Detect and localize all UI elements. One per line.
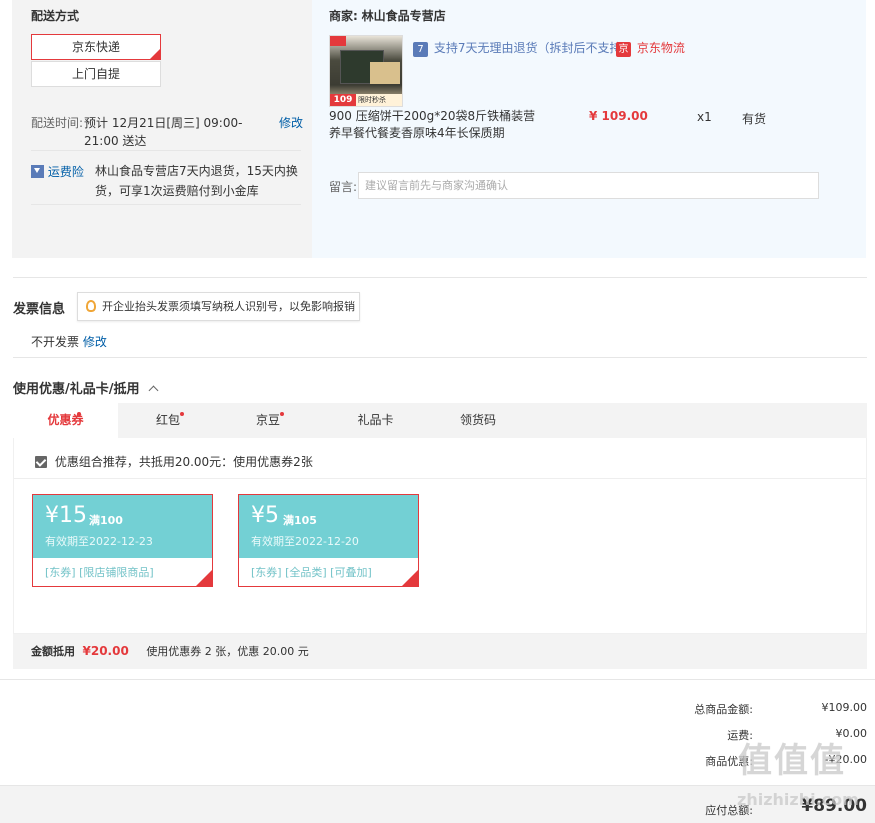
jd-logistics-icon: 京 (616, 42, 631, 57)
tab-coupons[interactable]: 优惠券 (13, 403, 118, 438)
product-image-tag (330, 36, 346, 46)
shipping-option-pickup[interactable]: 上门自提 (31, 61, 161, 87)
discount-summary-label: 金额抵用 (31, 645, 75, 658)
tab-label: 领货码 (459, 413, 496, 427)
tab-label: 礼品卡 (357, 413, 394, 427)
freight-insurance-label: 运费险 (47, 165, 84, 179)
coupon-amount: ¥15 (45, 503, 87, 528)
watermark-site: zhizhizhi.com (737, 790, 859, 809)
combo-recommend[interactable]: 优惠组合推荐，共抵用20.00元：使用优惠券2张 (35, 453, 313, 470)
coupon-amount: ¥5 (251, 503, 279, 528)
product-image-biscuit (370, 62, 400, 84)
invoice-title: 发票信息 (13, 302, 66, 317)
chevron-up-icon (148, 385, 159, 396)
seven-day-return-icon: 7 (413, 42, 428, 57)
invoice-status: 不开发票 修改 (31, 333, 107, 350)
invoice-modify-link[interactable]: 修改 (83, 335, 107, 349)
coupon-header: ¥15 满100 有效期至2022-12-23 (33, 495, 212, 558)
invoice-tip: 开企业抬头发票须填写纳税人识别号，以免影响报销 (77, 292, 360, 321)
coupons-section-toggle[interactable]: 使用优惠/礼品卡/抵用 (13, 378, 159, 397)
coupon-card[interactable]: ¥5 满105 有效期至2022-12-20 [东券] [全品类] [可叠加] (238, 494, 419, 587)
delivery-time-value: 预计 12月21日[周三] 09:00-21:00 送达 (84, 116, 243, 148)
merchant-name[interactable]: 林山食品专营店 (362, 9, 446, 23)
watermark-logo: 值值值 (738, 741, 846, 781)
checkbox-checked-icon (35, 455, 47, 468)
divider (13, 357, 867, 358)
delivery-time-modify-link[interactable]: 修改 (279, 114, 303, 131)
message-label: 留言: (329, 180, 358, 194)
divider (31, 204, 301, 205)
notification-dot-icon (280, 412, 284, 416)
message-input[interactable]: 建议留言前先与商家沟通确认 (358, 172, 819, 199)
product-image-promo: 限时秒杀 (358, 96, 386, 104)
jd-logistics: 京 京东物流 (616, 39, 685, 57)
shipping-option-label: 京东快递 (71, 40, 120, 54)
divider (0, 679, 875, 680)
return-policy: 7 支持7天无理由退货（拆封后不支持） (413, 39, 633, 57)
tab-red-packets[interactable]: 红包 (118, 403, 218, 438)
coupon-validity: 有效期至2022-12-23 (45, 535, 153, 548)
shipping-option-jd-express[interactable]: 京东快递 (31, 34, 161, 60)
tab-label: 京豆 (255, 413, 280, 427)
shield-icon (31, 165, 44, 178)
divider (13, 277, 867, 278)
discount-summary: 金额抵用 ¥20.00 使用优惠券 2 张，优惠 20.00 元 (13, 634, 867, 669)
merchant-label: 商家: (329, 9, 358, 23)
discount-summary-amount: ¥20.00 (82, 644, 129, 658)
return-policy-text: 支持7天无理由退货（拆封后不支持） (433, 41, 634, 55)
coupon-validity: 有效期至2022-12-20 (251, 535, 359, 548)
coupon-header: ¥5 满105 有效期至2022-12-20 (239, 495, 418, 558)
coupon-card[interactable]: ¥15 满100 有效期至2022-12-23 [东券] [限店铺限商品] (32, 494, 213, 587)
notification-dot-icon (77, 412, 81, 416)
jd-logistics-text: 京东物流 (636, 41, 685, 55)
selected-corner-icon (150, 49, 160, 59)
divider (14, 478, 866, 479)
divider (31, 150, 301, 151)
coupon-tabs: 优惠券 红包 京豆 礼品卡 领货码 (13, 403, 867, 438)
selected-corner-icon (402, 570, 418, 586)
total-goods-value: ¥109.00 (821, 701, 868, 714)
tab-redemption-code[interactable]: 领货码 (428, 403, 528, 438)
product-quantity: x1 (697, 110, 712, 124)
combo-text: 优惠组合推荐，共抵用20.00元：使用优惠券2张 (54, 455, 313, 469)
freight-insurance[interactable]: 运费险 (31, 163, 84, 180)
coupon-tags: [东券] [限店铺限商品] (45, 566, 154, 579)
coupon-condition: 满105 (283, 514, 317, 527)
product-image[interactable]: 109 限时秒杀 (329, 35, 403, 107)
discount-summary-text: 使用优惠券 2 张，优惠 20.00 元 (146, 645, 309, 658)
notification-dot-icon (180, 412, 184, 416)
invoice-status-text: 不开发票 (31, 335, 80, 349)
tab-gift-cards[interactable]: 礼品卡 (318, 403, 433, 438)
invoice-tip-text: 开企业抬头发票须填写纳税人识别号，以免影响报销 (102, 300, 355, 313)
product-image-price: 109 (330, 94, 356, 106)
product-price: ¥ 109.00 (589, 109, 648, 123)
selected-corner-icon (196, 570, 212, 586)
tab-label: 红包 (155, 413, 180, 427)
freight-insurance-text: 林山食品专营店7天内退货，15天内换货，可享1次运费赔付到小金库 (95, 164, 298, 198)
total-goods-label: 总商品金额: (694, 703, 753, 716)
tab-jd-beans[interactable]: 京豆 (218, 403, 318, 438)
shipping-option-label: 上门自提 (71, 67, 120, 81)
merchant: 商家: 林山食品专营店 (329, 7, 446, 24)
shipping-title: 配送方式 (31, 9, 80, 23)
coupon-tags: [东券] [全品类] [可叠加] (251, 566, 372, 579)
delivery-time-label: 配送时间: (31, 116, 84, 130)
stock-status: 有货 (742, 112, 767, 126)
coupons-title: 使用优惠/礼品卡/抵用 (13, 382, 140, 397)
coupon-condition: 满100 (89, 514, 123, 527)
lightbulb-icon (86, 300, 96, 312)
product-title[interactable]: 900 压缩饼干200g*20袋8斤铁桶装营养早餐代餐麦香原味4年长保质期 (329, 108, 544, 142)
